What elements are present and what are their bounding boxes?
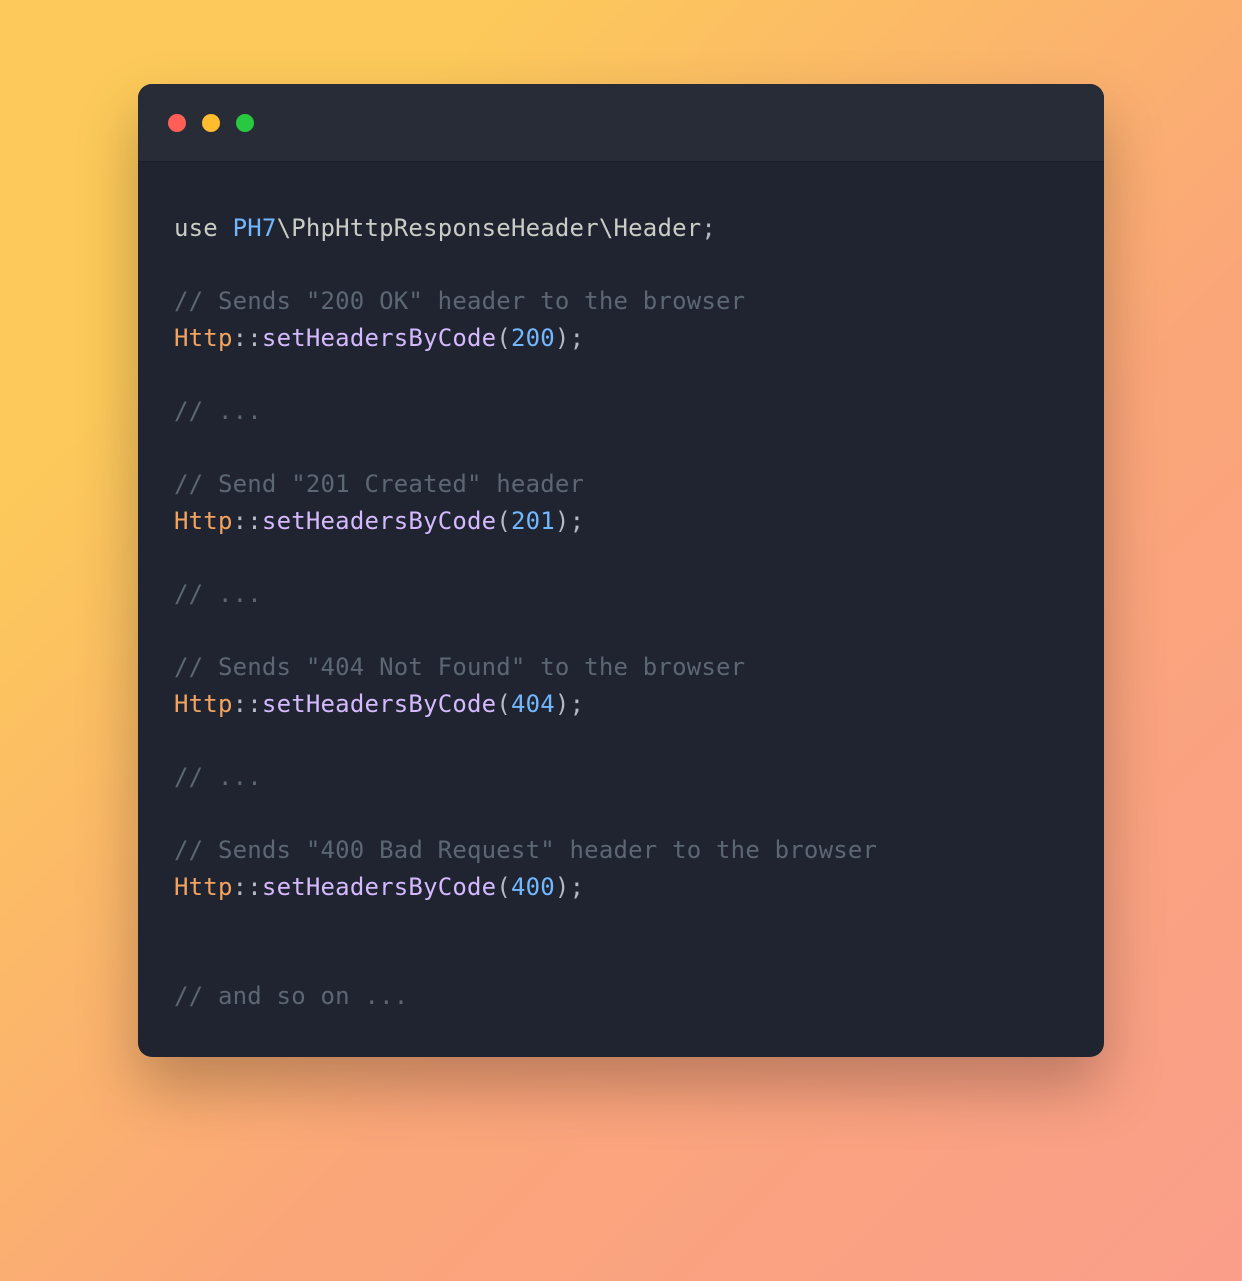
paren-open: ( bbox=[496, 507, 511, 535]
code-window: use PH7\PhpHttpResponseHeader\Header; //… bbox=[138, 84, 1104, 1057]
comment-201: // Send "201 Created" header bbox=[174, 470, 584, 498]
comment-404: // Sends "404 Not Found" to the browser bbox=[174, 653, 745, 681]
paren-close: ) bbox=[555, 324, 570, 352]
class-name: Http bbox=[174, 690, 233, 718]
comment-ellipsis: // ... bbox=[174, 580, 262, 608]
semicolon: ; bbox=[570, 873, 585, 901]
paren-open: ( bbox=[496, 324, 511, 352]
code-block: use PH7\PhpHttpResponseHeader\Header; //… bbox=[138, 162, 1104, 1057]
method-name: setHeadersByCode bbox=[262, 873, 496, 901]
double-colon: :: bbox=[233, 324, 262, 352]
arg-200: 200 bbox=[511, 324, 555, 352]
class-name: Http bbox=[174, 324, 233, 352]
arg-201: 201 bbox=[511, 507, 555, 535]
comment-end: // and so on ... bbox=[174, 982, 408, 1010]
namespace-path: \PhpHttpResponseHeader\Header bbox=[277, 214, 702, 242]
class-name: Http bbox=[174, 507, 233, 535]
close-icon[interactable] bbox=[168, 114, 186, 132]
method-name: setHeadersByCode bbox=[262, 507, 496, 535]
paren-close: ) bbox=[555, 690, 570, 718]
double-colon: :: bbox=[233, 873, 262, 901]
method-name: setHeadersByCode bbox=[262, 690, 496, 718]
arg-404: 404 bbox=[511, 690, 555, 718]
window-titlebar bbox=[138, 84, 1104, 162]
keyword-use: use bbox=[174, 214, 233, 242]
paren-close: ) bbox=[555, 873, 570, 901]
semicolon: ; bbox=[570, 507, 585, 535]
class-name: Http bbox=[174, 873, 233, 901]
double-colon: :: bbox=[233, 690, 262, 718]
arg-400: 400 bbox=[511, 873, 555, 901]
paren-open: ( bbox=[496, 873, 511, 901]
semicolon: ; bbox=[701, 214, 716, 242]
double-colon: :: bbox=[233, 507, 262, 535]
paren-close: ) bbox=[555, 507, 570, 535]
semicolon: ; bbox=[570, 690, 585, 718]
semicolon: ; bbox=[570, 324, 585, 352]
namespace: PH7 bbox=[233, 214, 277, 242]
comment-ellipsis: // ... bbox=[174, 397, 262, 425]
paren-open: ( bbox=[496, 690, 511, 718]
method-name: setHeadersByCode bbox=[262, 324, 496, 352]
comment-200: // Sends "200 OK" header to the browser bbox=[174, 287, 745, 315]
minimize-icon[interactable] bbox=[202, 114, 220, 132]
comment-ellipsis: // ... bbox=[174, 763, 262, 791]
comment-400: // Sends "400 Bad Request" header to the… bbox=[174, 836, 877, 864]
maximize-icon[interactable] bbox=[236, 114, 254, 132]
